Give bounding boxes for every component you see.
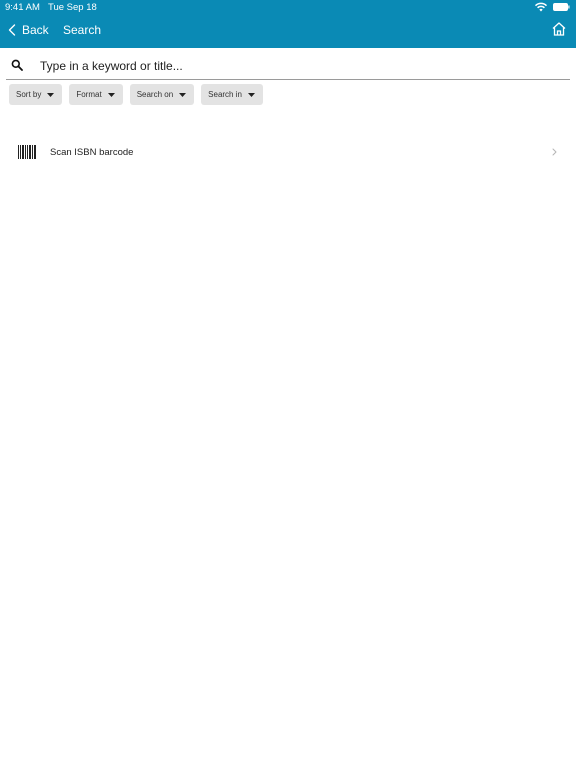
barcode-icon [18, 145, 36, 159]
app-header: 9:41 AM Tue Sep 18 Back Search [0, 0, 576, 48]
status-bar: 9:41 AM Tue Sep 18 [0, 0, 576, 14]
filter-bar: Sort by Format Search on Search in [9, 84, 263, 105]
battery-icon [553, 3, 570, 11]
scan-isbn-label: Scan ISBN barcode [50, 147, 134, 158]
status-date: Tue Sep 18 [48, 2, 97, 13]
page-title: Search [63, 23, 102, 37]
search-in-label: Search in [208, 90, 242, 99]
scan-isbn-row[interactable]: Scan ISBN barcode [0, 140, 576, 166]
search-on-label: Search on [136, 90, 174, 99]
search-icon [11, 59, 23, 71]
search-input[interactable] [40, 55, 560, 77]
search-bar [6, 54, 570, 80]
chevron-left-icon [8, 24, 16, 36]
caret-down-icon [107, 92, 115, 97]
format-label: Format [76, 90, 102, 99]
status-time: 9:41 AM [5, 2, 40, 13]
caret-down-icon [247, 92, 255, 97]
nav-bar: Back Search [0, 16, 576, 44]
format-dropdown[interactable]: Format [69, 84, 123, 105]
caret-down-icon [47, 92, 55, 97]
back-button[interactable]: Back [8, 20, 49, 40]
wifi-icon [534, 2, 548, 12]
search-on-dropdown[interactable]: Search on [129, 84, 195, 105]
chevron-right-icon [552, 148, 557, 156]
back-label: Back [22, 23, 49, 37]
sort-by-label: Sort by [16, 90, 42, 99]
sort-by-dropdown[interactable]: Sort by [9, 84, 63, 105]
caret-down-icon [179, 92, 187, 97]
search-in-dropdown[interactable]: Search in [201, 84, 263, 105]
home-icon[interactable] [551, 21, 567, 37]
